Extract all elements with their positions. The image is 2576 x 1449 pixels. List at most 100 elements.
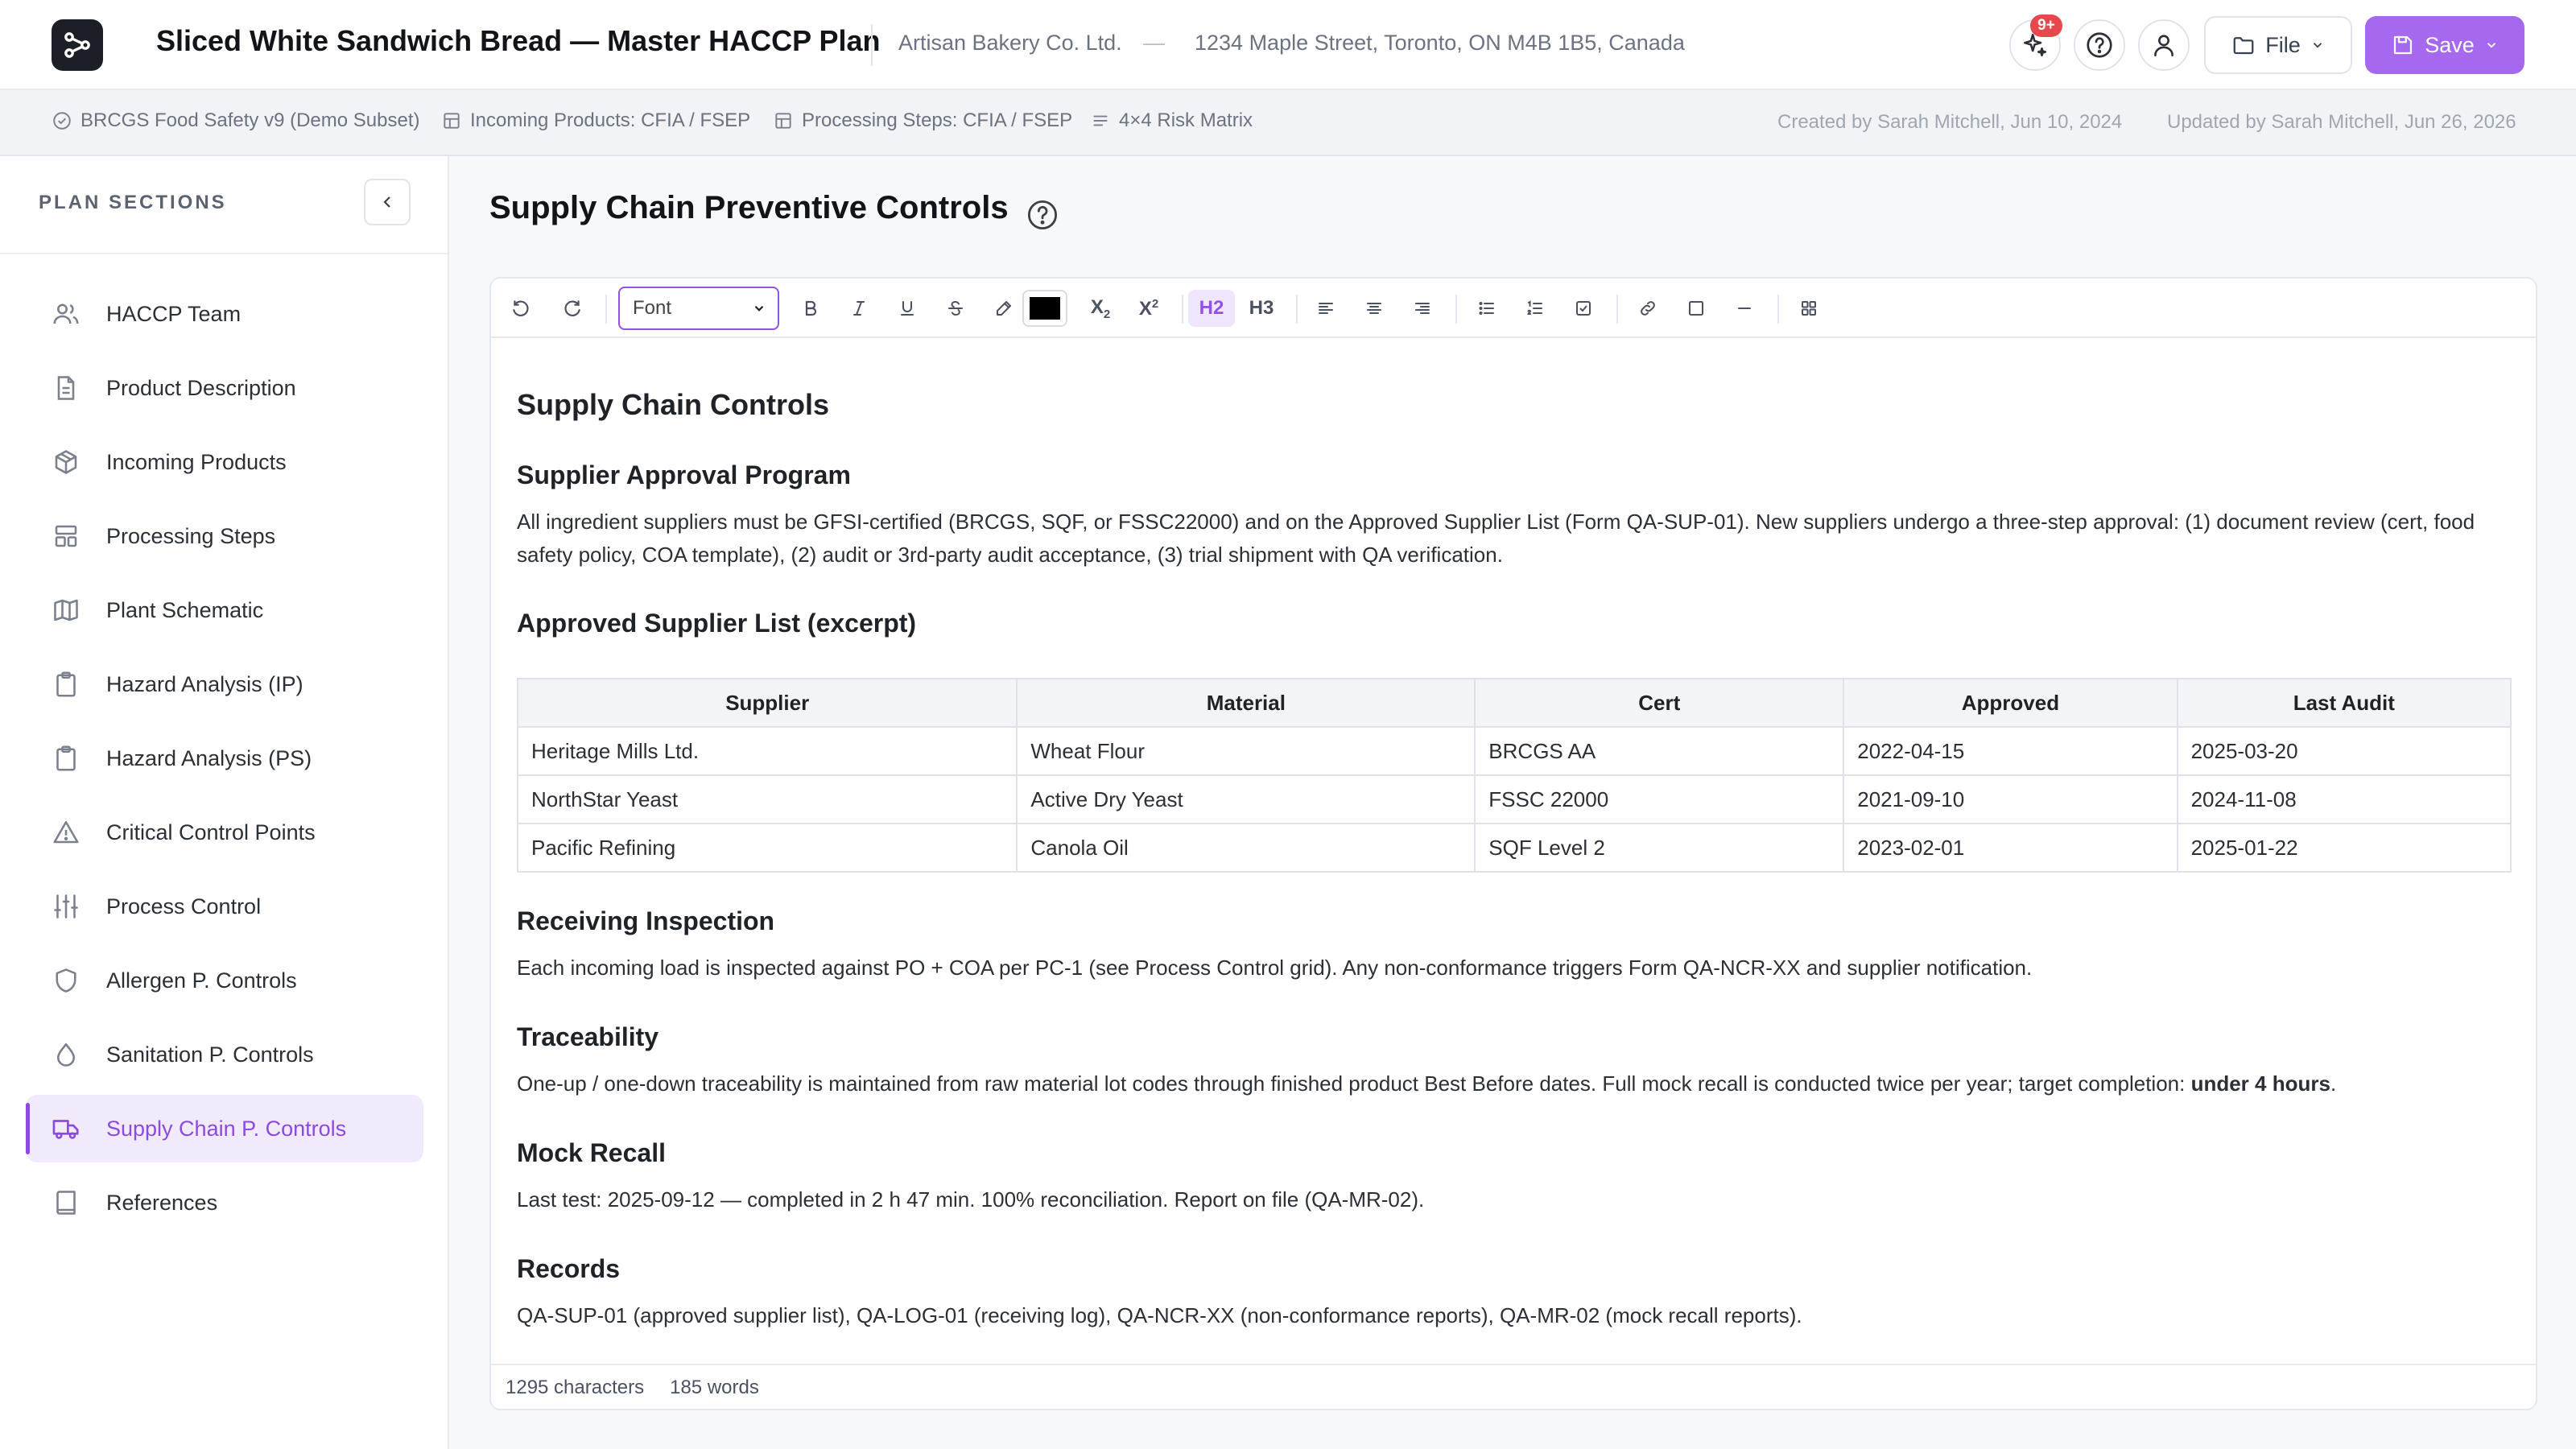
book-icon	[50, 1187, 82, 1219]
numbered-list-icon	[1527, 300, 1542, 315]
file-menu-button[interactable]: File	[2204, 16, 2352, 74]
redo-button[interactable]	[554, 290, 591, 327]
table-cell: Wheat Flour	[1016, 726, 1476, 776]
plan-sections-sidebar: PLAN SECTIONS HACCP Team Product Descrip…	[0, 156, 449, 1449]
chevron-down-icon	[2487, 43, 2496, 48]
editor-status-bar: 1295 characters 185 words	[491, 1364, 2536, 1409]
sidebar-item-allergen-controls[interactable]: Allergen P. Controls	[26, 947, 423, 1014]
title-divider	[871, 24, 873, 66]
grid-doc-icon	[775, 113, 791, 129]
save-icon	[2394, 35, 2413, 55]
table-cell: 2022-04-15	[1843, 726, 2178, 776]
sidebar-item-hazard-analysis-ps[interactable]: Hazard Analysis (PS)	[26, 724, 423, 792]
standard-info[interactable]: BRCGS Food Safety v9 (Demo Subset)	[52, 109, 420, 132]
section-help-icon[interactable]	[1026, 198, 1059, 232]
collapse-sidebar-button[interactable]	[364, 179, 411, 225]
table-header-row: Supplier Material Cert Approved Last Aud…	[516, 678, 2512, 728]
bullet-list-icon	[1479, 302, 1494, 315]
toolbar-separator	[605, 295, 607, 324]
insert-box-button[interactable]	[1678, 290, 1715, 327]
table-cell: 2025-01-22	[2176, 823, 2512, 873]
sidebar-item-label: Plant Schematic	[106, 597, 264, 622]
risk-matrix-info[interactable]: 4×4 Risk Matrix	[1090, 109, 1253, 132]
table-row: Heritage Mills Ltd. Wheat Flour BRCGS AA…	[516, 726, 2512, 776]
table-cell: Heritage Mills Ltd.	[516, 726, 1018, 776]
sidebar-item-sanitation-controls[interactable]: Sanitation P. Controls	[26, 1021, 423, 1088]
plan-meta-bar: BRCGS Food Safety v9 (Demo Subset) Incom…	[0, 90, 2576, 156]
account-button[interactable]	[2138, 19, 2190, 71]
table-cell: Active Dry Yeast	[1016, 774, 1476, 824]
processing-standard-label: Processing Steps: CFIA / FSEP	[802, 109, 1073, 131]
table-header-cell: Supplier	[516, 678, 1018, 728]
undo-button[interactable]	[502, 290, 539, 327]
align-right-button[interactable]	[1404, 290, 1441, 327]
superscript-icon: X2	[1138, 296, 1159, 320]
sidebar-item-label: Hazard Analysis (PS)	[106, 745, 312, 770]
numbered-list-button[interactable]	[1517, 290, 1554, 327]
align-left-button[interactable]	[1307, 290, 1344, 327]
created-info: Created by Sarah Mitchell, Jun 10, 2024	[1777, 111, 2123, 133]
sidebar-item-label: HACCP Team	[106, 301, 242, 326]
sidebar-item-product-description[interactable]: Product Description	[26, 354, 423, 422]
link-icon	[1641, 301, 1655, 316]
align-center-button[interactable]	[1356, 290, 1393, 327]
color-swatch-fill	[1030, 297, 1060, 320]
supplier-approval-heading: Supplier Approval Program	[517, 460, 851, 489]
underline-icon	[901, 301, 914, 316]
bullet-list-button[interactable]	[1468, 290, 1505, 327]
table-row: Pacific Refining Canola Oil SQF Level 2 …	[516, 823, 2512, 873]
chevron-down-icon	[754, 305, 764, 312]
minus-icon	[1738, 308, 1751, 309]
strikethrough-button[interactable]	[937, 290, 974, 327]
approved-supplier-table: Supplier Material Cert Approved Last Aud…	[516, 678, 2512, 873]
underline-button[interactable]	[889, 290, 926, 327]
sidebar-item-plant-schematic[interactable]: Plant Schematic	[26, 576, 423, 644]
app-logo-icon[interactable]	[52, 19, 103, 71]
approved-supplier-list-heading: Approved Supplier List (excerpt)	[517, 609, 917, 638]
header-separator: —	[1143, 31, 1165, 55]
checklist-button[interactable]	[1565, 290, 1602, 327]
font-select[interactable]: Font	[618, 287, 779, 330]
sidebar-item-label: Supply Chain P. Controls	[106, 1116, 347, 1141]
insert-link-button[interactable]	[1629, 290, 1666, 327]
word-count: 185 words	[670, 1377, 759, 1398]
table-cell: NorthStar Yeast	[516, 774, 1018, 824]
subscript-icon: X2	[1090, 295, 1111, 321]
sidebar-item-supply-chain-controls[interactable]: Supply Chain P. Controls	[26, 1095, 423, 1162]
save-label: Save	[2425, 32, 2475, 57]
sidebar-item-processing-steps[interactable]: Processing Steps	[26, 502, 423, 570]
highlight-button[interactable]	[985, 290, 1022, 327]
sidebar-item-haccp-team[interactable]: HACCP Team	[26, 280, 423, 348]
sidebar-item-incoming-products[interactable]: Incoming Products	[26, 428, 423, 496]
incoming-standard-label: Incoming Products: CFIA / FSEP	[470, 109, 751, 131]
heading-2-button[interactable]: H2	[1188, 290, 1235, 327]
heading-3-button[interactable]: H3	[1238, 290, 1285, 327]
records-text: QA-SUP-01 (approved supplier list), QA-L…	[517, 1303, 1802, 1327]
sidebar-item-label: Critical Control Points	[106, 819, 316, 844]
sidebar-item-process-control[interactable]: Process Control	[26, 873, 423, 940]
user-icon	[2154, 35, 2174, 57]
bold-button[interactable]	[792, 290, 829, 327]
insert-table-button[interactable]	[1790, 290, 1827, 327]
grid-icon	[1802, 301, 1816, 316]
align-left-icon	[1319, 303, 1333, 314]
incoming-standard-info[interactable]: Incoming Products: CFIA / FSEP	[441, 109, 750, 132]
subscript-button[interactable]: X2	[1082, 290, 1119, 327]
help-button[interactable]	[2074, 19, 2125, 71]
sidebar-item-references[interactable]: References	[26, 1169, 423, 1236]
save-button[interactable]: Save	[2365, 16, 2524, 74]
sidebar-item-critical-control-points[interactable]: Critical Control Points	[26, 799, 423, 866]
mock-recall-text: Last test: 2025-09-12 — completed in 2 h…	[517, 1187, 1425, 1212]
traceability-target: under 4 hours	[2190, 1071, 2330, 1096]
horizontal-rule-button[interactable]	[1726, 290, 1763, 327]
warning-icon	[50, 816, 82, 848]
table-cell: BRCGS AA	[1474, 726, 1845, 776]
italic-button[interactable]	[840, 290, 877, 327]
sidebar-item-hazard-analysis-ip[interactable]: Hazard Analysis (IP)	[26, 650, 423, 718]
processing-standard-info[interactable]: Processing Steps: CFIA / FSEP	[773, 109, 1072, 132]
bold-icon	[805, 300, 817, 316]
text-color-picker[interactable]	[1022, 290, 1067, 327]
users-icon	[50, 298, 82, 330]
sidebar-heading: PLAN SECTIONS	[39, 192, 227, 213]
superscript-button[interactable]: X2	[1130, 290, 1167, 327]
